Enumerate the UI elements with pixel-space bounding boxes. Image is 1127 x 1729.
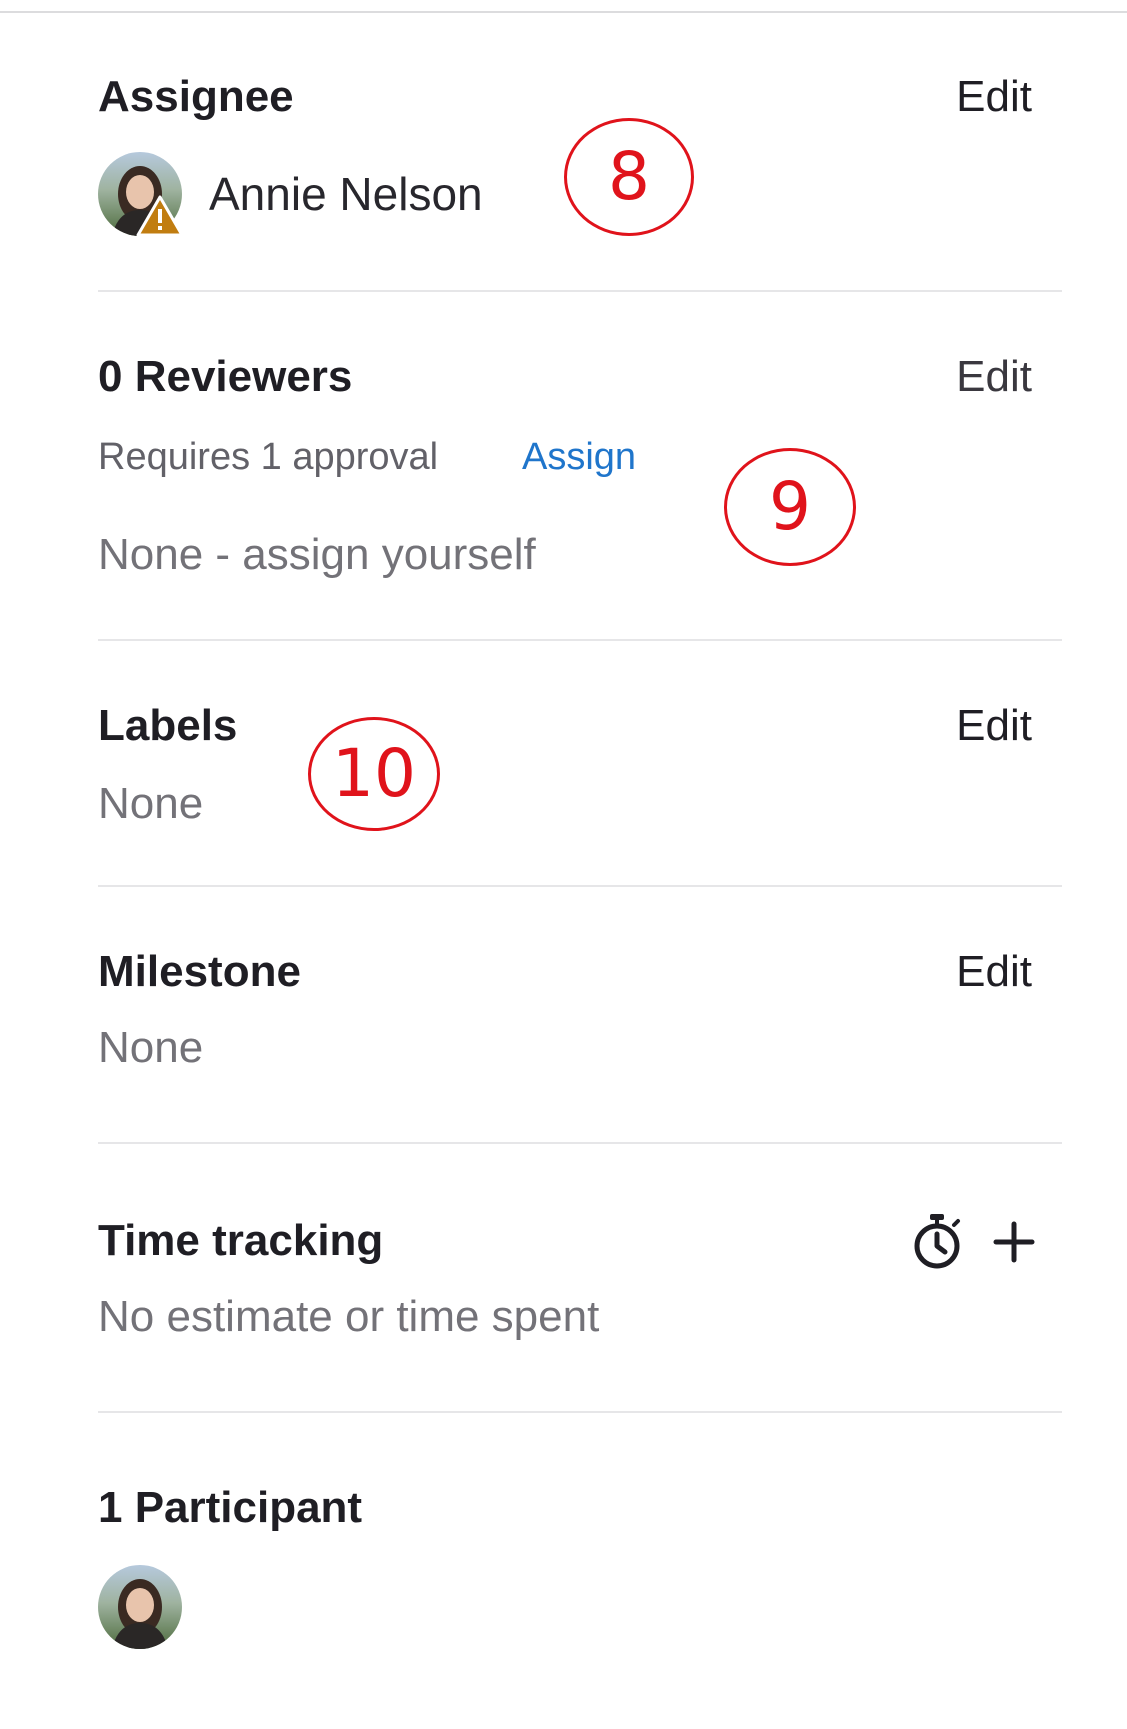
labels-title: Labels (98, 701, 238, 750)
time-tracking-title: Time tracking (98, 1216, 384, 1265)
warning-icon (136, 195, 184, 237)
approval-requirement: Requires 1 approval (98, 436, 439, 478)
reviewers-section: 0 Reviewers Edit Requires 1 approval Ass… (98, 292, 1062, 640)
plus-icon[interactable] (992, 1220, 1036, 1264)
labels-edit-button[interactable]: Edit (956, 701, 1032, 751)
time-tracking-section: Time tracking No estimate or time spent (98, 1144, 1062, 1412)
labels-section: Labels Edit None 10 (98, 641, 1062, 886)
time-tracking-value: No estimate or time spent (98, 1292, 600, 1341)
milestone-section: Milestone Edit None (98, 887, 1062, 1143)
assignee-avatar-wrapper[interactable] (98, 152, 198, 244)
assignee-name[interactable]: Annie Nelson (209, 168, 483, 220)
assignee-title: Assignee (98, 72, 294, 121)
milestone-value: None (98, 1023, 204, 1072)
assignee-section: Assignee Edit Annie Nelson 8 (98, 0, 1062, 290)
participants-title: 1 Participant (98, 1483, 363, 1532)
stopwatch-icon[interactable] (910, 1212, 964, 1270)
reviewers-edit-button[interactable]: Edit (956, 352, 1032, 402)
annotation-marker: 9 (724, 448, 856, 566)
participants-section: 1 Participant (98, 1413, 1062, 1713)
reviewers-title: 0 Reviewers (98, 352, 353, 401)
annotation-marker: 8 (564, 118, 694, 236)
milestone-edit-button[interactable]: Edit (956, 947, 1032, 997)
annotation-marker: 10 (308, 717, 440, 831)
assignee-edit-button[interactable]: Edit (956, 72, 1032, 122)
participant-avatar[interactable] (98, 1565, 182, 1649)
labels-value: None (98, 779, 204, 828)
milestone-title: Milestone (98, 947, 301, 996)
assign-reviewer-link[interactable]: Assign (522, 434, 636, 480)
reviewers-empty-text[interactable]: None - assign yourself (98, 530, 536, 580)
